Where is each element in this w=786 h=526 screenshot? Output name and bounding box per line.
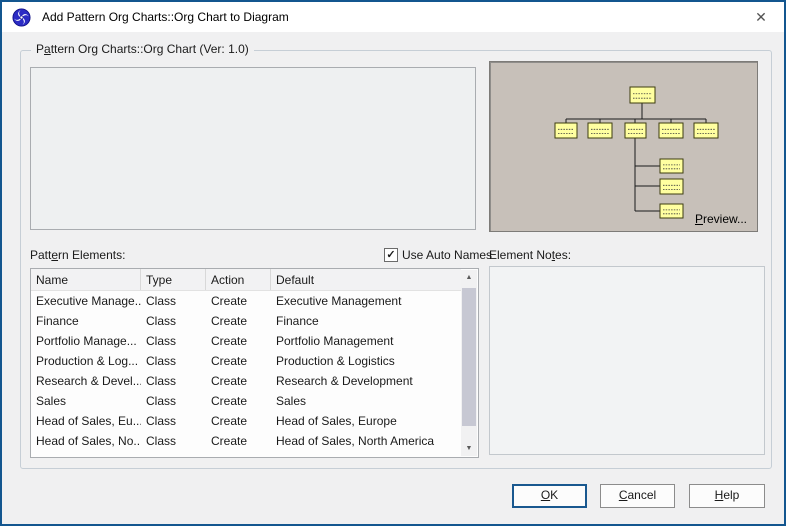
- pattern-groupbox-label: Pattern Org Charts::Org Chart (Ver: 1.0): [31, 42, 254, 56]
- table-row[interactable]: SalesClassCreateSales: [31, 391, 461, 411]
- table-cell: Create: [206, 311, 271, 331]
- table-cell: Finance: [271, 311, 461, 331]
- table-cell: Finance: [31, 311, 141, 331]
- table-cell: Production & Log...: [31, 351, 141, 371]
- table-row[interactable]: Portfolio Manage...ClassCreatePortfolio …: [31, 331, 461, 351]
- header-type: Type: [141, 269, 206, 290]
- table-row[interactable]: FinanceClassCreateFinance: [31, 311, 461, 331]
- scroll-up-icon[interactable]: ▲: [461, 270, 477, 285]
- table-cell: Create: [206, 411, 271, 431]
- table-cell: Class: [141, 291, 206, 311]
- table-cell: Class: [141, 351, 206, 371]
- table-cell: Sales: [31, 391, 141, 411]
- table-cell: Head of Sales, Europe: [271, 411, 461, 431]
- element-notes-label: Element Notes:: [489, 248, 571, 262]
- table-cell: Class: [141, 391, 206, 411]
- table-cell: Head of Sales, North America: [271, 431, 461, 451]
- table-cell: Executive Management: [271, 291, 461, 311]
- table-row[interactable]: Head of Sales, No...ClassCreateHead of S…: [31, 431, 461, 451]
- table-row[interactable]: Research & Devel...ClassCreateResearch &…: [31, 371, 461, 391]
- table-cell: Class: [141, 431, 206, 451]
- ok-button[interactable]: OK: [512, 484, 587, 508]
- pattern-elements-label: Pattern Elements:: [30, 248, 125, 262]
- auto-names-label: Use Auto Names: [402, 248, 492, 262]
- dialog-window: Add Pattern Org Charts::Org Chart to Dia…: [0, 0, 786, 526]
- table-cell: Portfolio Management: [271, 331, 461, 351]
- table-body: Executive Manage...ClassCreateExecutive …: [31, 291, 461, 451]
- help-button[interactable]: Help: [689, 484, 765, 508]
- table-row[interactable]: Head of Sales, Eu...ClassCreateHead of S…: [31, 411, 461, 431]
- table-cell: Create: [206, 391, 271, 411]
- table-cell: Class: [141, 411, 206, 431]
- table-cell: Production & Logistics: [271, 351, 461, 371]
- table-row[interactable]: Production & Log...ClassCreateProduction…: [31, 351, 461, 371]
- table-scrollbar[interactable]: ▲ ▼: [461, 270, 477, 456]
- table-cell: Research & Development: [271, 371, 461, 391]
- org-chart-svg: [490, 62, 757, 231]
- title-bar[interactable]: Add Pattern Org Charts::Org Chart to Dia…: [2, 2, 784, 32]
- table-cell: Create: [206, 291, 271, 311]
- table-cell: Class: [141, 331, 206, 351]
- app-pattern-icon: [12, 8, 31, 27]
- close-icon[interactable]: ✕: [744, 3, 778, 31]
- table-cell: Create: [206, 331, 271, 351]
- cancel-button[interactable]: Cancel: [600, 484, 675, 508]
- header-action: Action: [206, 269, 271, 290]
- window-title: Add Pattern Org Charts::Org Chart to Dia…: [42, 2, 289, 32]
- table-cell: Create: [206, 351, 271, 371]
- table-cell: Class: [141, 371, 206, 391]
- table-cell: Head of Sales, Eu...: [31, 411, 141, 431]
- scroll-down-icon[interactable]: ▼: [461, 441, 477, 456]
- table-cell: Create: [206, 431, 271, 451]
- scroll-thumb[interactable]: [462, 288, 476, 426]
- auto-names-checkbox[interactable]: ✓: [384, 248, 398, 262]
- use-auto-names[interactable]: ✓ Use Auto Names: [384, 248, 492, 262]
- table-header-row: Name Type Action Default: [31, 269, 461, 291]
- table-cell: Portfolio Manage...: [31, 331, 141, 351]
- pattern-description-box: [30, 67, 476, 230]
- table-cell: Research & Devel...: [31, 371, 141, 391]
- table-cell: Create: [206, 371, 271, 391]
- preview-link[interactable]: Preview...: [695, 212, 747, 226]
- table-row[interactable]: Executive Manage...ClassCreateExecutive …: [31, 291, 461, 311]
- element-notes-box: [489, 266, 765, 455]
- table-cell: Head of Sales, No...: [31, 431, 141, 451]
- table-cell: Executive Manage...: [31, 291, 141, 311]
- preview-panel: Preview...: [489, 61, 758, 232]
- pattern-elements-table[interactable]: Name Type Action Default Executive Manag…: [30, 268, 479, 458]
- table-cell: Sales: [271, 391, 461, 411]
- header-name: Name: [31, 269, 141, 290]
- header-default: Default: [271, 269, 461, 290]
- table-cell: Class: [141, 311, 206, 331]
